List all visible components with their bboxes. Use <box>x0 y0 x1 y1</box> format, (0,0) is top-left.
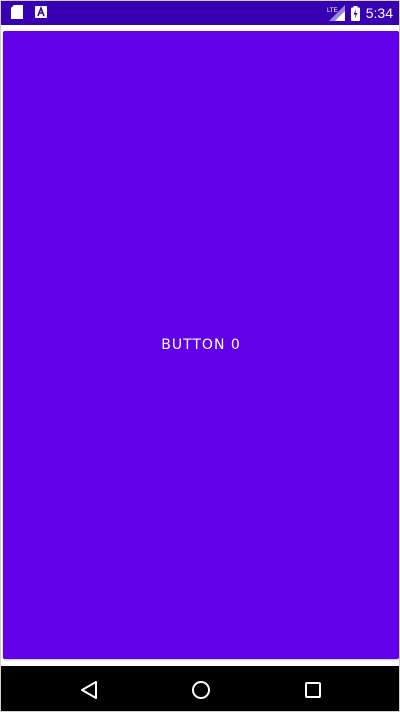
status-time: 5:34 <box>365 5 393 21</box>
status-bar: LTE 5:34 <box>1 1 399 25</box>
battery-charging-icon <box>350 5 360 21</box>
network-label: LTE <box>327 8 338 14</box>
navigation-bar <box>1 666 399 711</box>
status-right-icons: LTE 5:34 <box>327 4 393 22</box>
sd-card-icon <box>11 5 23 19</box>
a-notification-icon <box>35 6 47 18</box>
home-icon[interactable] <box>188 677 214 703</box>
recents-icon[interactable] <box>300 677 326 703</box>
app-content: BUTTON 0 <box>1 25 399 667</box>
lte-signal-icon: LTE <box>327 5 345 21</box>
button-0[interactable]: BUTTON 0 <box>3 31 399 659</box>
status-left-icons <box>11 5 47 19</box>
back-icon[interactable] <box>76 677 102 703</box>
phone-screen: LTE 5:34 BUTTON 0 <box>0 0 400 712</box>
